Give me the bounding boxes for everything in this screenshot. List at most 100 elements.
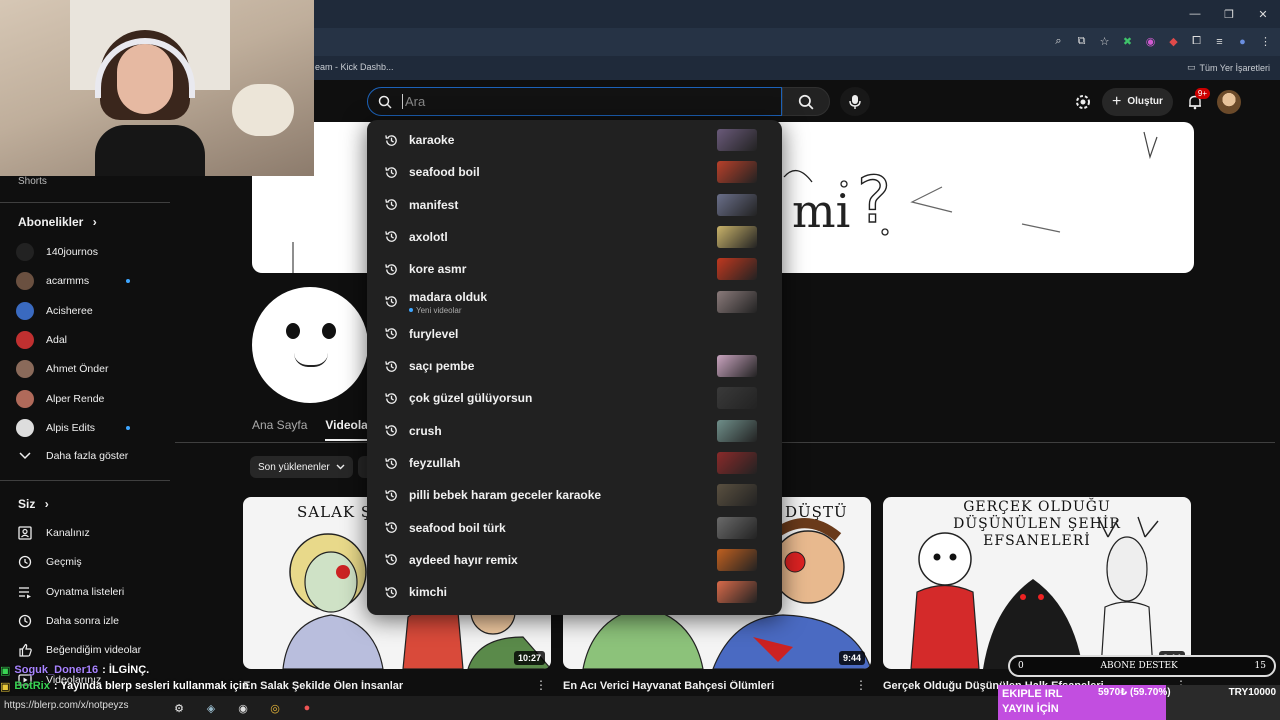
thumbnail-illustration — [910, 516, 1159, 669]
suggestion-thumbnail — [717, 452, 757, 474]
extension-red-icon[interactable]: ◆ — [1165, 33, 1182, 50]
sidebar-item-you-3[interactable]: Daha sonra izle — [16, 609, 156, 633]
suggestion-text: seafood boil — [409, 165, 480, 180]
bookmark-star-icon[interactable]: ☆ — [1096, 33, 1113, 50]
sidebar-subscription-item[interactable]: Adal — [16, 328, 156, 352]
chat-text: : Yayında blerp sesleri kullanmak için — [53, 680, 249, 692]
sidebar-item-you-4[interactable]: Beğendiğim videolar — [16, 638, 156, 662]
profile-icon[interactable]: ● — [1234, 33, 1251, 50]
sidebar-subscription-item[interactable]: Alpis Edits — [16, 416, 156, 440]
minimize-icon[interactable]: — — [1178, 0, 1212, 28]
sidebar-subscription-item[interactable]: Alper Rende — [16, 387, 156, 411]
extension-pink-icon[interactable]: ◉ — [1142, 33, 1159, 50]
bookmark-kick-dashboard[interactable]: eam - Kick Dashb... — [315, 62, 394, 72]
settings-icon[interactable]: ⚙ — [170, 699, 188, 717]
search-suggestion[interactable]: kore asmr — [367, 255, 782, 283]
sidebar-item-shorts[interactable]: Shorts — [18, 176, 47, 187]
sidebar-item-you-0[interactable]: Kanalınız — [16, 521, 156, 545]
sidebar-item-you-2[interactable]: Oynatma listeleri — [16, 580, 156, 604]
restore-icon[interactable]: ❐ — [1212, 0, 1246, 28]
search-suggestion[interactable]: feyzullah — [367, 449, 782, 477]
channel-tabs: Ana Sayfa Videolar — [252, 418, 373, 441]
search-suggestion[interactable]: madara olduk Yeni videolar — [367, 288, 782, 316]
video-duration: 9:44 — [838, 651, 865, 665]
install-icon[interactable]: ⧉ — [1073, 33, 1090, 50]
subscription-name: acarmms — [46, 275, 90, 288]
search-suggestion[interactable]: seafood boil — [367, 158, 782, 186]
new-content-dot — [409, 308, 413, 312]
show-more-button[interactable]: Daha fazla göster — [16, 444, 156, 468]
voice-search-button[interactable] — [840, 87, 870, 116]
search-suggestion[interactable]: kimchi — [367, 578, 782, 606]
status-url: https://blerp.com/x/notpeyzs — [4, 700, 129, 711]
extension-green-icon[interactable]: ✖ — [1119, 33, 1136, 50]
sort-chip[interactable]: Son yüklenenler — [250, 456, 353, 478]
video-thumbnail[interactable]: GERÇEK OLDUĞU DÜŞÜNÜLEN ŞEHİR EFSANELERİ… — [883, 497, 1191, 669]
suggestion-thumbnail — [717, 419, 757, 442]
close-icon[interactable]: ✕ — [1246, 0, 1280, 28]
recording-icon[interactable]: ● — [298, 699, 316, 717]
history-icon — [383, 229, 399, 245]
chat-username: BotRix — [14, 680, 50, 692]
video-card[interactable]: GERÇEK OLDUĞU DÜŞÜNÜLEN ŞEHİR EFSANELERİ… — [883, 497, 1191, 692]
more-vert-icon[interactable]: ⋮ — [855, 678, 867, 692]
search-suggestion[interactable]: seafood boil türk — [367, 514, 782, 542]
create-button[interactable]: + Oluştur — [1102, 87, 1173, 116]
extensions-icon[interactable]: ⧠ — [1188, 33, 1205, 50]
sidebar-subscription-item[interactable]: Ahmet Önder — [16, 357, 156, 381]
history-icon — [383, 487, 399, 503]
sidebar-subscription-item[interactable]: 140journos — [16, 240, 156, 264]
chrome-icon[interactable]: ◎ — [266, 699, 284, 717]
channel-avatar-small — [16, 243, 34, 261]
history-icon — [383, 423, 399, 439]
chevron-down-icon — [336, 464, 345, 470]
search-suggestion[interactable]: manifest — [367, 191, 782, 219]
suggestion-subtitle-text: Yeni videolar — [416, 305, 462, 315]
you-header[interactable]: Siz › — [18, 497, 49, 511]
video-title[interactable]: En Salak Şekilde Ölen İnsanlar — [243, 680, 533, 692]
tab-videos[interactable]: Videolar — [325, 418, 373, 441]
search-suggestion[interactable]: karaoke — [367, 126, 782, 154]
tab-home[interactable]: Ana Sayfa — [252, 418, 307, 441]
subscriptions-header[interactable]: Abonelikler › — [18, 215, 97, 229]
media-controls-icon[interactable]: ≡ — [1211, 33, 1228, 50]
search-suggestion[interactable]: furylevel — [367, 320, 782, 348]
search-suggestion[interactable]: axolotl — [367, 223, 782, 251]
zoom-icon[interactable]: ⌕ — [1050, 33, 1067, 50]
account-avatar[interactable] — [1216, 89, 1241, 114]
taskbar: https://blerp.com/x/notpeyzs ⚙ ◈ ◉ ◎ ● — [0, 696, 998, 720]
notifications-button[interactable]: 9+ — [1181, 87, 1211, 116]
search-suggestion[interactable]: crush — [367, 417, 782, 445]
suggestion-thumbnail — [717, 193, 757, 216]
browser-menu-icon[interactable]: ⋮ — [1257, 33, 1274, 50]
search-box[interactable] — [367, 87, 782, 116]
sidebar-item-label: Geçmiş — [46, 556, 82, 569]
suggestion-text: karaoke — [409, 133, 455, 147]
channel-avatar-small — [16, 360, 34, 379]
search-suggestion[interactable]: pilli bebek haram geceler karaoke — [367, 481, 782, 509]
sidebar-item-label: Daha sonra izle — [46, 614, 119, 627]
more-vert-icon[interactable]: ⋮ — [535, 678, 547, 692]
sidebar-subscription-item[interactable]: Acisheree — [16, 299, 156, 323]
all-bookmarks[interactable]: ▭ Tüm Yer İşaretleri — [1187, 62, 1270, 73]
channel-icon — [16, 524, 34, 542]
video-title[interactable]: En Acı Verici Hayvanat Bahçesi Ölümleri — [563, 680, 853, 692]
search-button[interactable] — [782, 87, 830, 116]
search-suggestion[interactable]: çok güzel gülüyorsun — [367, 384, 782, 412]
search-input[interactable] — [402, 94, 762, 109]
chevron-right-icon: › — [44, 497, 49, 511]
playlist-icon — [16, 583, 34, 601]
sidebar-item-you-1[interactable]: Geçmiş — [16, 550, 156, 574]
search-suggestion[interactable]: aydeed hayır remix — [367, 546, 782, 574]
microphone-icon — [849, 94, 861, 109]
search-suggestion[interactable]: saçı pembe — [367, 352, 782, 380]
channel-avatar-small — [16, 272, 34, 291]
obs-icon[interactable]: ◉ — [234, 699, 252, 717]
sidebar-subscription-item[interactable]: acarmms — [16, 269, 156, 293]
support-bar-label: ABONE DESTEK — [1100, 661, 1178, 671]
studio-icon[interactable] — [1072, 94, 1094, 110]
suggestion-thumbnail — [717, 387, 757, 410]
steam-icon[interactable]: ◈ — [202, 699, 220, 717]
you-title: Siz — [18, 497, 36, 511]
channel-avatar[interactable] — [252, 287, 368, 403]
